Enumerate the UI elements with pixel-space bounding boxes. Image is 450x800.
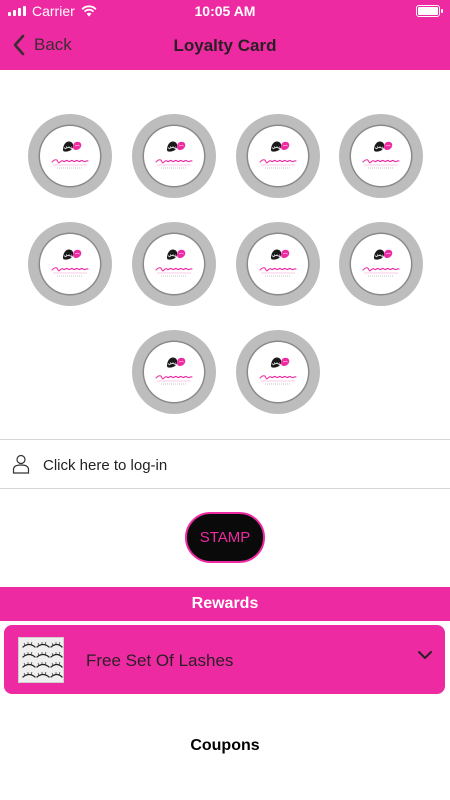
status-time: 10:05 AM <box>194 3 256 19</box>
user-icon <box>12 454 30 474</box>
rewards-header: Rewards <box>0 587 450 621</box>
stamp-slot <box>28 114 112 198</box>
status-bar: Carrier 10:05 AM <box>0 0 450 22</box>
stamp-button[interactable]: STAMP <box>185 512 265 563</box>
reward-item[interactable]: Free Set Of Lashes <box>4 625 445 694</box>
brand-logo-icon <box>155 141 193 169</box>
page-title: Loyalty Card <box>173 36 277 55</box>
stamp-slot <box>132 114 216 198</box>
stamp-slot <box>339 222 423 306</box>
brand-logo-icon <box>259 249 297 277</box>
lashes-image <box>18 637 64 683</box>
brand-logo-icon <box>259 357 297 385</box>
stamp-slot <box>236 222 320 306</box>
coupons-header: Coupons <box>190 737 260 754</box>
stamp-grid <box>0 70 450 438</box>
login-label: Click here to log-in <box>43 457 168 474</box>
nav-bar: Back Loyalty Card <box>0 22 450 70</box>
chevron-down-icon[interactable] <box>417 649 433 661</box>
battery-icon <box>416 5 443 17</box>
stamp-slot <box>132 330 216 414</box>
brand-logo-icon <box>362 141 400 169</box>
brand-logo-icon <box>155 249 193 277</box>
brand-logo-icon <box>51 249 89 277</box>
reward-title: Free Set Of Lashes <box>86 651 234 670</box>
brand-logo-icon <box>155 357 193 385</box>
login-row[interactable]: Click here to log-in <box>0 439 450 489</box>
stamp-slot <box>236 330 320 414</box>
stamp-slot <box>339 114 423 198</box>
stamp-slot <box>132 222 216 306</box>
brand-logo-icon <box>259 141 297 169</box>
stamp-slot <box>236 114 320 198</box>
stamp-slot <box>28 222 112 306</box>
brand-logo-icon <box>362 249 400 277</box>
brand-logo-icon <box>51 141 89 169</box>
